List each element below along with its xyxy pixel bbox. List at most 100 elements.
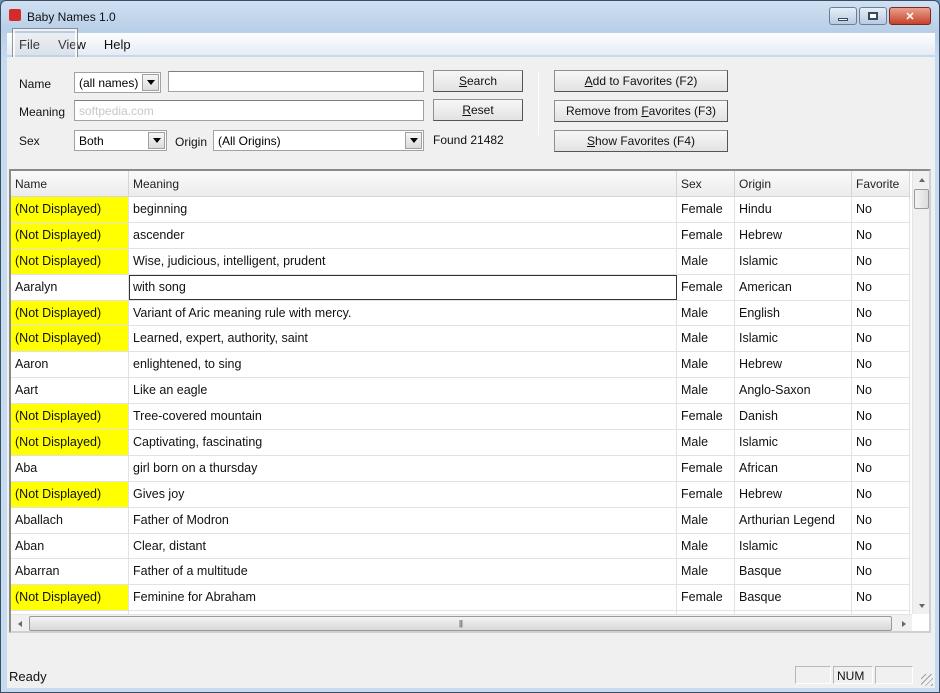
- cell-origin[interactable]: Hebrew: [735, 352, 852, 378]
- cell-favorite[interactable]: No: [852, 222, 910, 248]
- cell-sex[interactable]: Female: [677, 481, 735, 507]
- cell-favorite[interactable]: No: [852, 352, 910, 378]
- vertical-scrollbar[interactable]: [912, 171, 929, 614]
- resize-grip-icon[interactable]: [921, 674, 933, 686]
- cell-favorite[interactable]: No: [852, 248, 910, 274]
- cell-sex[interactable]: Male: [677, 248, 735, 274]
- table-row[interactable]: Aba girl born on a thursday Female African N…: [11, 455, 910, 482]
- table-row[interactable]: Aart Like an eagle Male Anglo-Saxon No: [11, 378, 910, 405]
- scroll-up-arrow-icon[interactable]: [913, 171, 929, 188]
- cell-meaning[interactable]: girl born on a thursday: [129, 455, 677, 481]
- cell-meaning[interactable]: Feminine for Abraham: [129, 585, 677, 611]
- cell-meaning[interactable]: enlightened, to sing: [129, 352, 677, 378]
- cell-origin[interactable]: American: [735, 274, 852, 300]
- cell-sex[interactable]: Female: [677, 274, 735, 300]
- origin-select[interactable]: (All Origins): [213, 130, 424, 151]
- cell-sex[interactable]: Male: [677, 559, 735, 585]
- cell-name[interactable]: Aart: [11, 378, 129, 404]
- cell-meaning[interactable]: Gives joy: [129, 481, 677, 507]
- cell-meaning[interactable]: Tree-covered mountain: [129, 404, 677, 430]
- cell-sex[interactable]: Female: [677, 455, 735, 481]
- cell-name[interactable]: (Not Displayed): [11, 481, 129, 507]
- cell-origin[interactable]: Arthurian Legend: [735, 507, 852, 533]
- cell-meaning[interactable]: Wise, judicious, intelligent, prudent: [129, 248, 677, 274]
- cell-meaning[interactable]: beginning: [129, 197, 677, 222]
- name-input[interactable]: [168, 71, 424, 92]
- cell-name[interactable]: (Not Displayed): [11, 430, 129, 455]
- chevron-down-icon[interactable]: [405, 132, 422, 149]
- table-row[interactable]: (Not Displayed) Wise, judicious, intellig…: [11, 248, 910, 275]
- cell-name[interactable]: Abarran: [11, 559, 129, 585]
- menu-help[interactable]: Help: [102, 37, 133, 52]
- cell-origin[interactable]: English: [735, 300, 852, 326]
- cell-meaning[interactable]: Father of Modron: [129, 507, 677, 533]
- table-row[interactable]: (Not Displayed) Feminine for Abraham Femal…: [11, 585, 910, 612]
- cell-sex[interactable]: Male: [677, 533, 735, 559]
- cell-meaning[interactable]: with song: [129, 274, 677, 300]
- column-header-sex[interactable]: Sex: [677, 171, 735, 197]
- cell-name[interactable]: (Not Displayed): [11, 300, 129, 326]
- table-row[interactable]: Aaralyn with song Female American No: [11, 274, 910, 301]
- cell-sex[interactable]: Female: [677, 585, 735, 611]
- cell-favorite[interactable]: No: [852, 326, 910, 352]
- sex-select[interactable]: Both: [74, 130, 167, 151]
- cell-origin[interactable]: Islamic: [735, 430, 852, 455]
- cell-favorite[interactable]: No: [852, 585, 910, 611]
- app-icon[interactable]: [9, 9, 21, 21]
- cell-origin[interactable]: Danish: [735, 404, 852, 430]
- close-button[interactable]: ✕: [889, 7, 931, 25]
- cell-origin[interactable]: Hebrew: [735, 222, 852, 248]
- cell-meaning[interactable]: Variant of Aric meaning rule with mercy.: [129, 300, 677, 326]
- cell-favorite[interactable]: No: [852, 455, 910, 481]
- cell-meaning[interactable]: Like an eagle: [129, 378, 677, 404]
- cell-origin[interactable]: Basque: [735, 559, 852, 585]
- title-bar[interactable]: Baby Names 1.0 ✕: [1, 1, 939, 31]
- cell-name[interactable]: Aaron: [11, 352, 129, 378]
- cell-sex[interactable]: Female: [677, 197, 735, 222]
- cell-sex[interactable]: Male: [677, 430, 735, 455]
- cell-origin[interactable]: Basque: [735, 585, 852, 611]
- horizontal-scrollbar[interactable]: |||: [11, 614, 912, 631]
- table-row[interactable]: Aban Clear, distant Male Islamic No: [11, 533, 910, 560]
- table-row[interactable]: Aaron enlightened, to sing Male Hebrew No: [11, 352, 910, 379]
- column-header-origin[interactable]: Origin: [735, 171, 852, 197]
- cell-favorite[interactable]: No: [852, 404, 910, 430]
- cell-sex[interactable]: Male: [677, 378, 735, 404]
- horizontal-scroll-thumb[interactable]: |||: [29, 616, 892, 631]
- table-row[interactable]: (Not Displayed) Variant of Aric meaning r…: [11, 300, 910, 327]
- remove-from-favorites-button[interactable]: Remove from Favorites (F3): [554, 100, 728, 122]
- cell-sex[interactable]: Female: [677, 222, 735, 248]
- cell-favorite[interactable]: No: [852, 559, 910, 585]
- cell-meaning[interactable]: ascender: [129, 222, 677, 248]
- minimize-button[interactable]: [829, 7, 857, 25]
- meaning-input[interactable]: [74, 100, 424, 121]
- cell-meaning[interactable]: Father of a multitude: [129, 559, 677, 585]
- chevron-down-icon[interactable]: [148, 132, 165, 149]
- cell-favorite[interactable]: No: [852, 507, 910, 533]
- cell-meaning[interactable]: Captivating, fascinating: [129, 430, 677, 455]
- cell-origin[interactable]: African: [735, 455, 852, 481]
- column-header-meaning[interactable]: Meaning: [129, 171, 677, 197]
- table-row[interactable]: (Not Displayed) ascender Female Hebrew No: [11, 222, 910, 249]
- cell-sex[interactable]: Male: [677, 507, 735, 533]
- vertical-scroll-thumb[interactable]: [914, 189, 929, 209]
- cell-name[interactable]: (Not Displayed): [11, 197, 129, 222]
- cell-favorite[interactable]: No: [852, 481, 910, 507]
- cell-origin[interactable]: Hebrew: [735, 481, 852, 507]
- cell-favorite[interactable]: No: [852, 430, 910, 455]
- cell-name[interactable]: Aaralyn: [11, 274, 129, 300]
- cell-name[interactable]: Aba: [11, 455, 129, 481]
- cell-name[interactable]: (Not Displayed): [11, 248, 129, 274]
- cell-favorite[interactable]: No: [852, 274, 910, 300]
- cell-origin[interactable]: Anglo-Saxon: [735, 378, 852, 404]
- names-table[interactable]: Name Meaning Sex Origin Favorite (Not Di…: [9, 169, 931, 633]
- cell-sex[interactable]: Male: [677, 352, 735, 378]
- cell-meaning[interactable]: Clear, distant: [129, 533, 677, 559]
- cell-origin[interactable]: Hindu: [735, 197, 852, 222]
- name-filter-select[interactable]: (all names): [74, 72, 161, 93]
- reset-button[interactable]: Reset: [433, 99, 523, 121]
- maximize-button[interactable]: [859, 7, 887, 25]
- cell-sex[interactable]: Female: [677, 404, 735, 430]
- scroll-down-arrow-icon[interactable]: [913, 597, 929, 614]
- cell-name[interactable]: (Not Displayed): [11, 326, 129, 352]
